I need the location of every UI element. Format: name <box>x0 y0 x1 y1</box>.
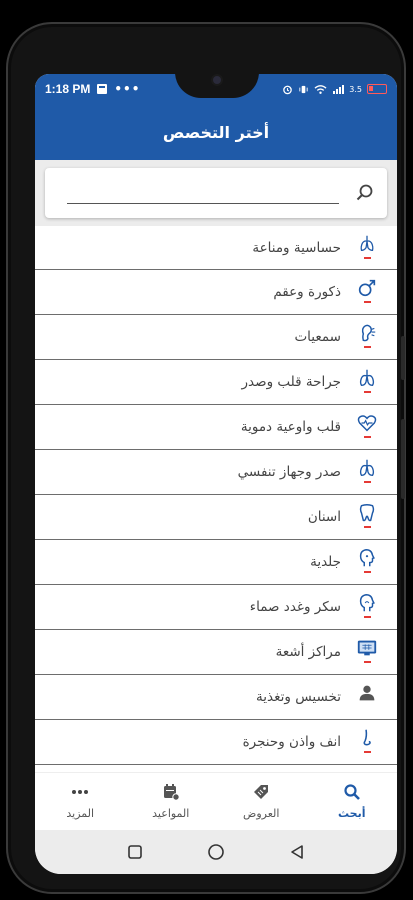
red-marker <box>363 346 371 348</box>
red-marker <box>363 301 371 303</box>
specialty-item-nutrition[interactable]: تخسيس وتغذية <box>35 675 397 720</box>
nav-search[interactable]: أبحث <box>307 773 398 830</box>
back-icon[interactable] <box>288 843 306 861</box>
signal-icon <box>333 84 345 94</box>
phone-frame: 1:18 PM ••• 3.5 أختر التخصص حساسية ومناع… <box>6 22 406 894</box>
calendar-icon <box>163 784 180 801</box>
person-icon <box>359 685 375 701</box>
specialty-item-allergy[interactable]: حساسية ومناعة <box>35 226 397 270</box>
specialty-label: انف واذن وحنجرة <box>242 734 341 750</box>
red-marker <box>363 661 371 663</box>
specialty-label: قلب واوعية دموية <box>240 419 341 435</box>
red-marker <box>363 571 371 573</box>
specialty-item-dermatology[interactable]: جلدية <box>35 540 397 585</box>
ear-icon <box>361 324 376 342</box>
nose-icon <box>363 729 371 746</box>
head-profile-icon <box>359 594 375 612</box>
volume-button <box>401 419 405 499</box>
nav-offers-label: العروض <box>243 807 280 820</box>
page-title: أختر التخصص <box>162 122 270 142</box>
specialty-label: مراكز أشعة <box>275 644 341 660</box>
vibrate-icon <box>299 85 308 93</box>
status-bar: 1:18 PM ••• 3.5 <box>35 74 397 104</box>
specialty-label: ذكورة وعقم <box>273 284 341 300</box>
specialty-label: حساسية ومناعة <box>252 239 341 256</box>
search-icon <box>344 784 360 800</box>
red-marker <box>363 751 371 753</box>
alarm-icon <box>283 85 293 94</box>
specialty-item-cardiothoracic[interactable]: جراحة قلب وصدر <box>35 360 397 405</box>
heart-pulse-icon <box>357 415 377 432</box>
nav-appointments[interactable]: المواعيد <box>126 773 217 830</box>
specialty-item-andrology[interactable]: ذكورة وعقم <box>35 270 397 315</box>
front-camera <box>211 74 223 86</box>
app-screen: 1:18 PM ••• 3.5 أختر التخصص حساسية ومناع… <box>35 74 397 874</box>
tag-icon <box>254 785 269 799</box>
specialty-label: اسنان <box>307 509 341 525</box>
head-profile-icon <box>359 549 375 567</box>
status-time: 1:18 PM <box>45 82 91 96</box>
more-dots-icon <box>72 790 89 794</box>
specialty-item-chest[interactable]: صدر وجهاز تنفسي <box>35 450 397 495</box>
red-marker <box>363 481 371 483</box>
search-box <box>45 168 387 218</box>
power-button <box>401 336 405 380</box>
status-more-dots: ••• <box>114 82 141 96</box>
specialty-label: صدر وجهاز تنفسي <box>237 464 341 480</box>
battery-icon <box>367 84 387 94</box>
nav-appointments-label: المواعيد <box>152 807 190 820</box>
specialty-label: جلدية <box>310 554 341 570</box>
nav-offers[interactable]: العروض <box>216 773 307 830</box>
specialty-item-cardiology[interactable]: قلب واوعية دموية <box>35 405 397 450</box>
system-navigation-bar <box>35 830 397 874</box>
search-input[interactable] <box>67 178 339 204</box>
specialty-label: تخسيس وتغذية <box>256 689 341 705</box>
red-marker <box>363 256 371 259</box>
male-symbol-icon <box>358 279 376 297</box>
lungs-icon <box>359 369 375 387</box>
specialty-label: سمعيات <box>294 329 341 345</box>
nav-search-label: أبحث <box>338 807 366 820</box>
nav-more[interactable]: المزيد <box>35 773 126 830</box>
specialty-label: جراحة قلب وصدر <box>241 374 341 390</box>
specialty-item-dentistry[interactable]: اسنان <box>35 495 397 540</box>
specialty-item-radiology[interactable]: مراكز أشعة <box>35 630 397 675</box>
red-marker <box>363 616 371 618</box>
nav-more-label: المزيد <box>66 807 95 820</box>
tooth-icon <box>359 504 375 522</box>
camera-notch <box>175 74 259 98</box>
lungs-icon <box>359 459 375 477</box>
screenshot-notification-icon <box>97 84 108 94</box>
red-marker <box>363 526 371 528</box>
lungs-outline-icon <box>360 235 374 251</box>
specialty-item-ent[interactable]: انف واذن وحنجرة <box>35 720 397 765</box>
red-marker <box>363 391 371 393</box>
specialty-list: حساسية ومناعة ذكورة وعقم سمعيات جراحة قل… <box>35 226 397 765</box>
app-bar: أختر التخصص <box>35 104 397 160</box>
home-icon[interactable] <box>207 843 225 861</box>
recents-icon[interactable] <box>126 843 144 861</box>
specialty-item-audiology[interactable]: سمعيات <box>35 315 397 360</box>
specialty-label: سكر وغدد صماء <box>249 599 341 615</box>
search-area <box>35 160 397 226</box>
red-marker <box>363 436 371 438</box>
network-speed: 3.5 <box>349 84 362 94</box>
monitor-icon <box>357 640 377 656</box>
search-icon[interactable] <box>355 183 375 203</box>
wifi-icon <box>314 84 327 94</box>
specialty-item-endocrinology[interactable]: سكر وغدد صماء <box>35 585 397 630</box>
bottom-navigation: المزيد المواعيد العروض أبحث <box>35 772 397 830</box>
